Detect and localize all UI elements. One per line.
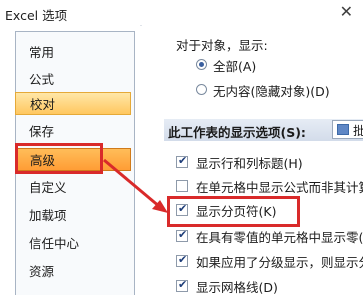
excel-options-dialog: Excel 选项 ✕ 常用 公式 校对 保存 高级 自定义 加载项 信任中心 资…	[0, 0, 363, 295]
annotation-arrow-icon	[103, 158, 168, 213]
